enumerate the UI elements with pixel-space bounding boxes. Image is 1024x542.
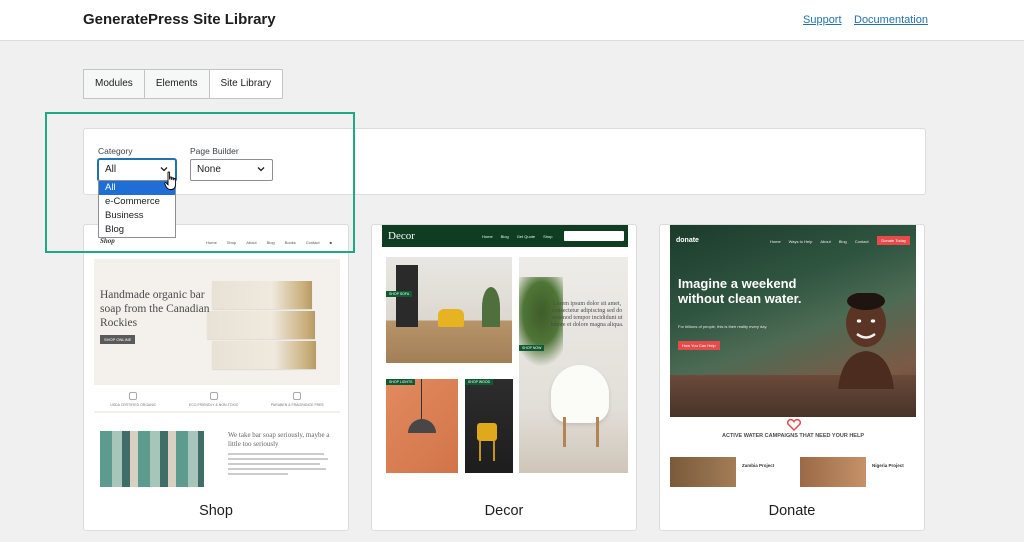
site-card-shop[interactable]: Shop Home Shop About Blog Books Contact … <box>83 224 349 531</box>
site-card-label: Decor <box>484 503 524 519</box>
documentation-link[interactable]: Documentation <box>854 14 928 26</box>
decor-nav-item: Get Quote <box>516 234 536 239</box>
feature-label: USDA CERTIFIED ORGANIC <box>110 403 157 407</box>
support-link[interactable]: Support <box>803 14 842 26</box>
donate-nav-item: Home <box>770 239 781 244</box>
project-thumbnail <box>800 457 866 487</box>
document-icon <box>293 392 302 400</box>
heart-icon <box>787 418 801 431</box>
decor-preview-quote: Lorem ipsum dolor sit amet, consectetur … <box>550 301 624 328</box>
shop-nav-item: Contact <box>305 240 320 245</box>
decor-nav-item: Shop <box>543 234 553 239</box>
shop-preview-button: SHOP ONLINE <box>100 335 136 344</box>
soap-bar-image <box>212 281 312 309</box>
soap-bar-image <box>207 311 315 339</box>
shop-preview-section: We take bar soap seriously, maybe a litt… <box>94 413 340 487</box>
shop-preview-features: USDA CERTIFIED ORGANIC ECO-FRIENDLY & NO… <box>94 385 340 411</box>
tab-site-library[interactable]: Site Library <box>209 70 283 98</box>
donate-preview-headline: Imagine a weekend without clean water. <box>678 276 802 306</box>
decor-nav-item: Blog <box>500 234 509 239</box>
category-option-business[interactable]: Business <box>99 209 175 223</box>
chevron-down-icon <box>257 167 265 172</box>
tab-modules[interactable]: Modules <box>84 70 145 98</box>
site-preview-donate: donate Home Ways to Help About Blog Cont… <box>670 225 916 487</box>
soap-bar-image <box>212 341 316 369</box>
site-card-decor[interactable]: Decor Home Blog Get Quote Shop SHOP SOFA… <box>371 224 637 531</box>
decor-tag: SHOP NOW <box>519 345 545 351</box>
donate-preview-button: How You Can Help <box>678 341 720 350</box>
page-builder-select[interactable]: None <box>190 159 273 181</box>
tab-bar: Modules Elements Site Library <box>83 69 284 99</box>
category-option-blog[interactable]: Blog <box>99 223 175 237</box>
page-title: GeneratePress Site Library <box>83 11 276 28</box>
shop-preview-hero: Handmade organic bar soap from the Canad… <box>94 259 340 381</box>
shop-nav-item: Shop <box>226 240 237 245</box>
decor-preview-nav: Decor Home Blog Get Quote Shop <box>382 225 628 247</box>
badge-icon <box>129 392 138 400</box>
site-preview-decor: Decor Home Blog Get Quote Shop SHOP SOFA… <box>382 225 628 487</box>
chair-image <box>519 257 628 473</box>
yellow-chair-image <box>465 379 513 473</box>
decor-tag: SHOP SOFA <box>386 291 413 297</box>
donate-nav-item: About <box>820 239 831 244</box>
project-name: Zambia Project <box>742 463 775 468</box>
site-card-label: Shop <box>199 503 233 519</box>
shop-nav-item: About <box>246 240 257 245</box>
soap-display-image <box>100 431 204 487</box>
donate-preview-logo: donate <box>676 237 699 244</box>
category-select-value: All <box>105 164 117 175</box>
shop-preview-menu: Home Shop About Blog Books Contact ■ <box>206 240 332 245</box>
donate-nav-item: Contact <box>854 239 869 244</box>
donate-preview-campaigns-title: ACTIVE WATER CAMPAIGNS THAT NEED YOUR HE… <box>722 433 864 439</box>
feature-item: PARABEN & FRAGRANCE FREE <box>271 392 324 407</box>
shop-nav-item: Home <box>206 240 217 245</box>
project-thumbnail <box>670 457 736 487</box>
donate-preview-subtext: For billions of people, this is their re… <box>678 324 768 329</box>
feature-item: ECO-FRIENDLY & NON-TOXIC <box>188 392 239 407</box>
decor-preview-logo: Decor <box>388 230 415 242</box>
site-card-label: Donate <box>768 503 816 519</box>
top-bar: GeneratePress Site Library Support Docum… <box>0 0 1024 41</box>
feature-label: ECO-FRIENDLY & NON-TOXIC <box>188 403 239 407</box>
text-line <box>228 463 320 465</box>
category-option-ecommerce[interactable]: e-Commerce <box>99 195 175 209</box>
leaf-icon <box>209 392 218 400</box>
shop-preview-section-title: We take bar soap seriously, maybe a litt… <box>228 431 330 448</box>
page-builder-select-value: None <box>197 164 221 175</box>
donate-preview-hero: donate Home Ways to Help About Blog Cont… <box>670 225 916 417</box>
donate-nav-item: Blog <box>838 239 847 244</box>
donate-preview-menu: Home Ways to Help About Blog Contact Sho… <box>770 239 886 244</box>
decor-tag: SHOP LIGHTS <box>386 379 416 385</box>
decor-nav-item: Home <box>482 234 493 239</box>
decor-preview-menu: Home Blog Get Quote Shop <box>482 234 553 239</box>
category-label: Category <box>98 146 133 156</box>
feature-label: PARABEN & FRAGRANCE FREE <box>270 403 324 407</box>
tab-elements[interactable]: Elements <box>145 70 210 98</box>
shop-nav-item: Blog <box>266 240 275 245</box>
text-line <box>228 468 326 470</box>
living-room-image <box>386 257 512 363</box>
filter-panel: Category All Page Builder None <box>83 128 926 195</box>
site-preview-shop: Shop Home Shop About Blog Books Contact … <box>94 225 340 487</box>
shop-preview-headline: Handmade organic bar soap from the Canad… <box>100 289 210 329</box>
donate-preview-cta: Donate Today <box>877 236 910 245</box>
decor-tag: SHOP WOOD <box>465 379 494 385</box>
cart-icon: ■ <box>329 240 332 245</box>
hand-cursor-icon <box>164 171 177 190</box>
project-name: Nigeria Project <box>872 463 904 468</box>
child-photo <box>838 293 894 389</box>
shop-nav-item: Books <box>284 240 296 245</box>
text-line <box>228 453 324 455</box>
text-line <box>228 458 328 460</box>
page-builder-label: Page Builder <box>190 146 239 156</box>
feature-item: USDA CERTIFIED ORGANIC <box>110 392 156 407</box>
decor-search-box <box>564 231 624 241</box>
shop-preview-logo: Shop <box>100 237 115 245</box>
lamp-image <box>386 379 458 473</box>
text-line <box>228 473 288 475</box>
donate-preview-lower: ACTIVE WATER CAMPAIGNS THAT NEED YOUR HE… <box>670 417 916 487</box>
donate-nav-item: Ways to Help <box>788 239 813 244</box>
site-card-donate[interactable]: donate Home Ways to Help About Blog Cont… <box>659 224 925 531</box>
